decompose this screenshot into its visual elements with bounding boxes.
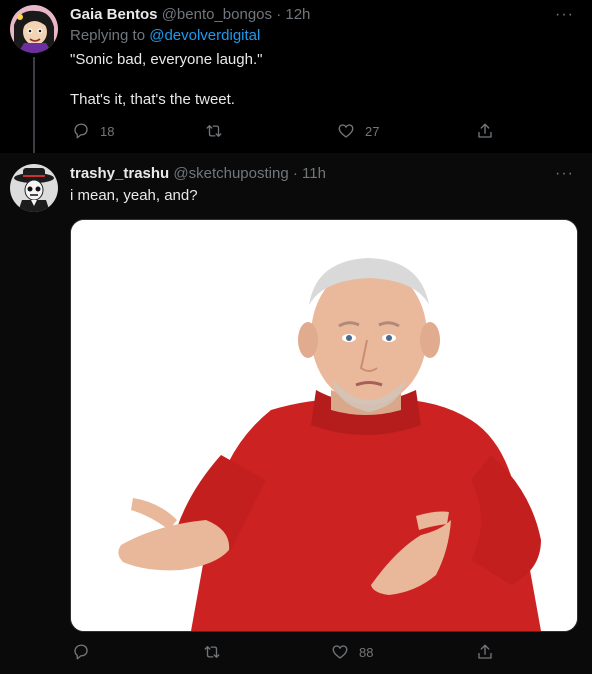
separator-dot: · xyxy=(276,6,282,23)
reply-button[interactable] xyxy=(72,641,100,663)
reply-count: 18 xyxy=(100,123,115,139)
like-count: 88 xyxy=(359,644,374,660)
tweet-text-line: "Sonic bad, everyone laugh." xyxy=(70,51,263,68)
tweet-header: trashy_trashu @sketchuposting · 11h xyxy=(70,164,326,184)
like-button[interactable]: 27 xyxy=(337,120,379,142)
replying-to: Replying to @devolverdigital xyxy=(70,27,260,44)
user-handle[interactable]: @bento_bongos xyxy=(162,6,272,23)
reply-icon xyxy=(74,644,88,660)
share-icon xyxy=(478,123,492,138)
reply-button[interactable]: 18 xyxy=(72,120,114,142)
reply-icon xyxy=(74,123,88,139)
like-count: 27 xyxy=(365,123,380,139)
retweet-icon xyxy=(204,646,220,658)
like-button[interactable]: 88 xyxy=(331,641,373,663)
timestamp[interactable]: 11h xyxy=(302,165,326,182)
more-icon[interactable]: ··· xyxy=(555,6,574,24)
share-button[interactable] xyxy=(476,641,494,663)
tweet-reply[interactable]: trashy_trashu @sketchuposting · 11h ··· … xyxy=(0,153,592,674)
mention-link[interactable]: @devolverdigital xyxy=(149,27,260,44)
tweet-header: Gaia Bentos @bento_bongos · 12h xyxy=(70,5,310,25)
tweet-text: i mean, yeah, and? xyxy=(70,187,198,204)
user-avatar[interactable] xyxy=(10,5,58,53)
shrugging-man-photo xyxy=(71,220,577,631)
separator-dot: · xyxy=(292,165,298,182)
timestamp[interactable]: 12h xyxy=(285,6,310,23)
thread-connector xyxy=(33,57,35,153)
replying-label: Replying to xyxy=(70,27,146,44)
heart-icon xyxy=(332,645,348,659)
tweet-parent[interactable]: Gaia Bentos @bento_bongos · 12h ··· Repl… xyxy=(0,0,592,153)
user-handle[interactable]: @sketchuposting xyxy=(173,165,288,182)
action-bar: 88 xyxy=(70,641,500,663)
share-button[interactable] xyxy=(476,120,494,142)
retweet-button[interactable] xyxy=(205,120,233,142)
attached-image[interactable] xyxy=(70,219,578,632)
action-bar: 18 27 xyxy=(70,120,500,142)
tweet-text-line: That's it, that's the tweet. xyxy=(70,91,235,108)
display-name[interactable]: trashy_trashu xyxy=(70,165,169,182)
display-name[interactable]: Gaia Bentos xyxy=(70,6,158,23)
retweet-button[interactable] xyxy=(203,641,231,663)
heart-icon xyxy=(338,124,354,138)
user-avatar[interactable] xyxy=(10,164,58,212)
retweet-icon xyxy=(206,125,222,137)
more-icon[interactable]: ··· xyxy=(555,165,574,183)
share-icon xyxy=(478,644,492,659)
